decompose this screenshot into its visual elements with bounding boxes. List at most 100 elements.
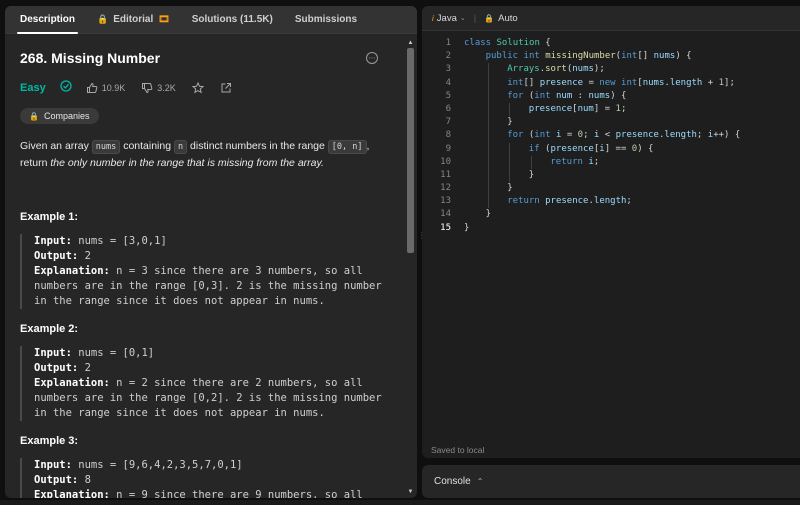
more-options-icon[interactable]: ⋯ bbox=[366, 52, 378, 64]
solved-check-icon bbox=[60, 79, 72, 97]
lock-icon: 🔒 bbox=[484, 13, 495, 23]
code-text: if (presence[i] == 0) { bbox=[451, 142, 653, 156]
code-line[interactable]: 13 return presence.length; bbox=[422, 195, 800, 209]
code-text: for (int i = 0; i < presence.length; i++… bbox=[451, 129, 740, 143]
code-area[interactable]: 1 class Solution { 2 public int missingNumb… bbox=[422, 37, 800, 235]
code-line[interactable]: 2 public int missingNumber(int[] nums) { bbox=[422, 50, 800, 63]
scroll-track[interactable] bbox=[407, 48, 414, 486]
output-label: Output: bbox=[34, 250, 79, 262]
tab-description[interactable]: Description bbox=[9, 6, 86, 34]
dislike-button[interactable]: 3.2K bbox=[141, 82, 176, 94]
code-line[interactable]: 5 for (int num : nums) { bbox=[422, 89, 800, 103]
toolbar-separator: | bbox=[473, 12, 477, 24]
info-icon: i bbox=[432, 13, 434, 23]
tab-submissions[interactable]: Submissions bbox=[284, 6, 368, 34]
code-text: int[] presence = new int[nums.length + 1… bbox=[451, 76, 735, 90]
code-text: Arrays.sort(nums); bbox=[451, 63, 605, 77]
language-label: Java bbox=[436, 12, 457, 24]
line-number: 12 bbox=[440, 183, 451, 194]
code-line[interactable]: 8 for (int i = 0; i < presence.length; i+… bbox=[422, 129, 800, 143]
explanation-line: in the range since it does not appear in… bbox=[34, 407, 325, 419]
like-count: 10.9K bbox=[101, 83, 126, 93]
code-line[interactable]: 7} bbox=[422, 116, 800, 130]
description-panel: Description 🔒 Editorial 🎞 Solutions (11.… bbox=[5, 6, 417, 498]
input-value: nums = [9,6,4,2,3,5,7,0,1] bbox=[71, 459, 243, 471]
explanation-label: Explanation: bbox=[34, 377, 110, 389]
input-label: Input: bbox=[34, 459, 72, 471]
desc-text-2: containing bbox=[120, 140, 174, 152]
code-text: for (int num : nums) { bbox=[451, 89, 626, 103]
code-line[interactable]: 11} bbox=[422, 168, 800, 183]
description-scrollbar[interactable]: ▲ ▼ bbox=[406, 38, 415, 496]
tab-bar: Description 🔒 Editorial 🎞 Solutions (11.… bbox=[5, 6, 417, 34]
output-value: 2 bbox=[78, 250, 91, 262]
problem-description: Given an array nums containing n distinc… bbox=[20, 138, 388, 171]
like-button[interactable]: 10.9K bbox=[86, 82, 126, 94]
line-number: 7 bbox=[445, 117, 451, 128]
code-line[interactable]: 12} bbox=[422, 182, 800, 196]
example-1-block: Input: nums = [3,0,1] Output: 2 Explanat… bbox=[20, 234, 388, 309]
explanation-line: n = 3 since there are 3 numbers, so all bbox=[109, 265, 363, 277]
desc-code-range: [0, n] bbox=[327, 140, 367, 154]
tab-submissions-label: Submissions bbox=[294, 14, 358, 25]
code-line[interactable]: 1 class Solution { bbox=[422, 37, 800, 50]
line-number: 4 bbox=[445, 77, 451, 88]
scroll-down-arrow-icon[interactable]: ▼ bbox=[406, 487, 415, 496]
line-number: 3 bbox=[445, 64, 451, 75]
line-number: 10 bbox=[440, 156, 451, 167]
input-label: Input: bbox=[34, 347, 72, 359]
desc-code-nums: nums bbox=[91, 140, 121, 154]
code-line[interactable]: 4 int[] presence = new int[nums.length + … bbox=[422, 76, 800, 90]
console-toggle[interactable]: Console ⌃ bbox=[422, 465, 800, 498]
line-number: 1 bbox=[445, 38, 451, 48]
problem-content: 268. Missing Number ⋯ Easy 10.9K 3.2K 🔒 … bbox=[5, 34, 403, 498]
code-line[interactable]: 6 presence[num] = 1; bbox=[422, 102, 800, 117]
explanation-label: Explanation: bbox=[34, 489, 110, 498]
problem-title[interactable]: 268. Missing Number bbox=[20, 50, 160, 66]
line-number: 9 bbox=[445, 143, 451, 154]
problem-meta: Easy 10.9K 3.2K bbox=[20, 80, 388, 96]
auto-mode-toggle[interactable]: 🔒 Auto bbox=[484, 13, 518, 24]
code-text: } bbox=[451, 168, 534, 183]
line-number: 5 bbox=[445, 90, 451, 101]
example-2-block: Input: nums = [0,1] Output: 2 Explanatio… bbox=[20, 346, 388, 421]
code-text: class Solution { bbox=[464, 38, 551, 48]
code-text: presence[num] = 1; bbox=[451, 102, 626, 117]
lock-icon: 🔒 bbox=[29, 111, 39, 121]
code-line[interactable]: 14} bbox=[422, 208, 800, 221]
example-1-title: Example 1: bbox=[20, 211, 79, 223]
auto-label: Auto bbox=[498, 12, 518, 24]
line-number: 15 bbox=[440, 222, 451, 233]
example-3-block: Input: nums = [9,6,4,2,3,5,7,0,1] Output… bbox=[20, 458, 388, 498]
line-number: 14 bbox=[440, 209, 451, 220]
companies-button[interactable]: 🔒 Companies bbox=[20, 108, 99, 124]
language-selector[interactable]: i Java ⌄ bbox=[432, 13, 466, 24]
desc-text-1: Given an array bbox=[20, 140, 92, 152]
favorite-button[interactable] bbox=[191, 82, 204, 94]
code-line[interactable]: 9 if (presence[i] == 0) { bbox=[422, 142, 800, 156]
share-button[interactable] bbox=[220, 82, 232, 94]
code-text: return i; bbox=[451, 155, 599, 169]
example-3-title: Example 3: bbox=[20, 435, 79, 447]
explanation-line: numbers are in the range [0,2]. 2 is the… bbox=[34, 392, 382, 404]
explanation-line: numbers are in the range [0,3]. 2 is the… bbox=[34, 280, 382, 292]
desc-code-n: n bbox=[174, 140, 188, 154]
code-text: } bbox=[451, 182, 513, 196]
thumbs-up-icon bbox=[86, 82, 98, 94]
input-label: Input: bbox=[34, 235, 72, 247]
companies-label: Companies bbox=[43, 111, 90, 121]
code-line[interactable]: 15} bbox=[422, 222, 800, 235]
code-line[interactable]: 10 return i; bbox=[422, 155, 800, 169]
tab-editorial[interactable]: 🔒 Editorial 🎞 bbox=[86, 6, 181, 34]
explanation-label: Explanation: bbox=[34, 265, 110, 277]
input-value: nums = [0,1] bbox=[71, 347, 155, 359]
tab-solutions[interactable]: Solutions (11.5K) bbox=[181, 6, 284, 34]
scroll-up-arrow-icon[interactable]: ▲ bbox=[406, 38, 415, 47]
explanation-line: n = 2 since there are 2 numbers, so all bbox=[109, 377, 363, 389]
thumbs-down-icon bbox=[141, 82, 153, 94]
line-number: 13 bbox=[440, 196, 451, 207]
code-line[interactable]: 3 Arrays.sort(nums); bbox=[422, 63, 800, 77]
lock-icon: 🔒 bbox=[97, 14, 109, 24]
scroll-thumb[interactable] bbox=[407, 48, 414, 253]
line-number: 6 bbox=[445, 103, 451, 114]
